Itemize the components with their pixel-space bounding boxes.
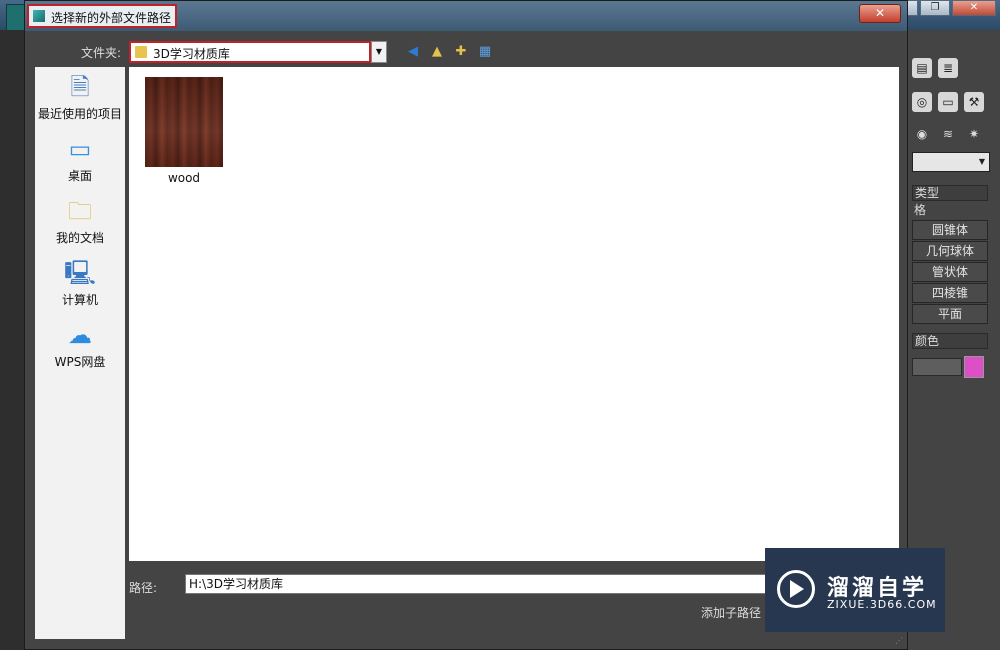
path-label: 路径:	[129, 581, 158, 595]
file-list[interactable]: wood	[129, 67, 899, 561]
place-desktop[interactable]: ▭ 桌面	[35, 133, 125, 184]
folder-label: 文件夹:	[81, 46, 122, 60]
place-recent[interactable]: 🗎 最近使用的项目	[35, 71, 125, 122]
desktop-icon: ▭	[68, 135, 92, 163]
back-icon[interactable]: ◀	[405, 44, 421, 60]
folder-combobox[interactable]: 3D学习材质库	[129, 41, 371, 63]
cone-button[interactable]: 圆锥体	[912, 220, 988, 240]
create-category-icons: ◉ ≋ ✷	[912, 124, 984, 144]
command-panel-tabs: ◎ ▭ ⚒	[912, 92, 984, 112]
new-folder-icon[interactable]: ✚	[453, 44, 469, 60]
up-folder-icon[interactable]: ▲	[429, 44, 445, 60]
pyramid-button[interactable]: 四棱锥	[912, 283, 988, 303]
app-icon	[33, 10, 45, 22]
place-label: 最近使用的项目	[37, 107, 122, 121]
place-label: WPS网盘	[54, 355, 106, 369]
name-color-rollout[interactable]: 颜色	[912, 333, 988, 349]
folder-value: 3D学习材质库	[153, 47, 230, 61]
recent-items-icon: 🗎	[70, 73, 90, 101]
display-icon[interactable]: ▭	[938, 92, 958, 112]
folder-icon	[135, 46, 147, 58]
resize-grip-icon[interactable]: ⋰	[895, 636, 903, 645]
dialog-title: 选择新的外部文件路径	[51, 11, 172, 25]
place-wps-cloud[interactable]: ☁ WPS网盘	[35, 319, 125, 370]
stack-icon[interactable]: ≣	[938, 58, 958, 78]
file-item-wood[interactable]: wood	[143, 77, 225, 185]
systems-icon[interactable]: ✷	[964, 124, 984, 144]
place-label: 桌面	[67, 169, 92, 183]
view-menu-icon[interactable]: ▦	[477, 44, 493, 60]
dialog-title-highlight: 选择新的外部文件路径	[27, 4, 177, 28]
add-subpath-checkbox-label[interactable]: 添加子路径	[701, 604, 761, 621]
computer-icon: 🖳	[64, 259, 97, 287]
place-computer[interactable]: 🖳 计算机	[35, 257, 125, 308]
folder-dropdown-arrow[interactable]: ▼	[371, 41, 387, 63]
object-color-swatch[interactable]	[964, 356, 984, 378]
watermark: 溜溜自学 ZIXUE.3D66.COM	[765, 548, 945, 632]
documents-icon: 🗀	[68, 197, 92, 225]
plane-button[interactable]: 平面	[912, 304, 988, 324]
watermark-url: ZIXUE.3D66.COM	[827, 598, 937, 611]
app-close-icon[interactable]: ✕	[952, 0, 996, 16]
chevron-down-icon: ▼	[978, 157, 985, 166]
motion-icon[interactable]: ◎	[912, 92, 932, 112]
object-category-dropdown[interactable]: ▼	[912, 152, 990, 172]
camera-icon[interactable]: ◉	[912, 124, 932, 144]
geosphere-button[interactable]: 几何球体	[912, 241, 988, 261]
restore-icon[interactable]: ❐	[920, 0, 950, 16]
file-name: wood	[167, 171, 201, 185]
places-bar: 🗎 最近使用的项目 ▭ 桌面 🗀 我的文档 🖳 计算机 ☁ WPS网盘	[35, 67, 125, 639]
layer-icon[interactable]: ▤	[912, 58, 932, 78]
place-label: 计算机	[61, 293, 98, 307]
wood-texture-thumbnail	[145, 77, 223, 167]
cloud-icon: ☁	[68, 321, 92, 349]
utilities-icon[interactable]: ⚒	[964, 92, 984, 112]
app-left-strip	[0, 30, 24, 650]
play-triangle-icon	[790, 580, 804, 598]
object-type-rollout[interactable]: 类型	[912, 185, 988, 201]
dialog-close-button[interactable]: ✕	[859, 4, 901, 23]
path-input[interactable]: H:\3D学习材质库	[185, 574, 805, 594]
place-label: 我的文档	[55, 231, 104, 245]
object-name-field[interactable]	[912, 358, 962, 376]
command-panel-top-icons: ▤ ≣	[912, 58, 958, 78]
spacewarp-icon[interactable]: ≋	[938, 124, 958, 144]
autogrid-label: 格	[914, 203, 927, 217]
place-documents[interactable]: 🗀 我的文档	[35, 195, 125, 246]
tube-button[interactable]: 管状体	[912, 262, 988, 282]
